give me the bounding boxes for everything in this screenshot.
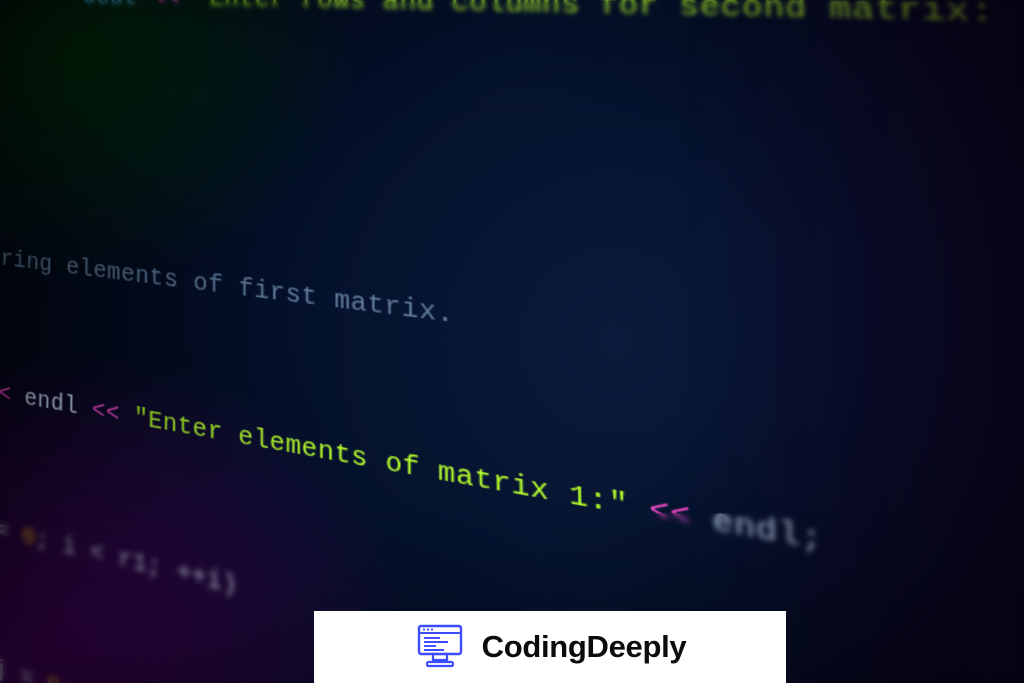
brand-logo-icon [414,623,466,671]
screen-background: cout << "Enter rows and columns for seco… [0,0,1024,683]
code-line: cout << "Enter rows and columns for seco… [0,0,1024,127]
code-editor-content: cout << "Enter rows and columns for seco… [0,0,1024,683]
brand-name: CodingDeeply [482,629,687,665]
watermark-banner: CodingDeeply [314,611,786,683]
